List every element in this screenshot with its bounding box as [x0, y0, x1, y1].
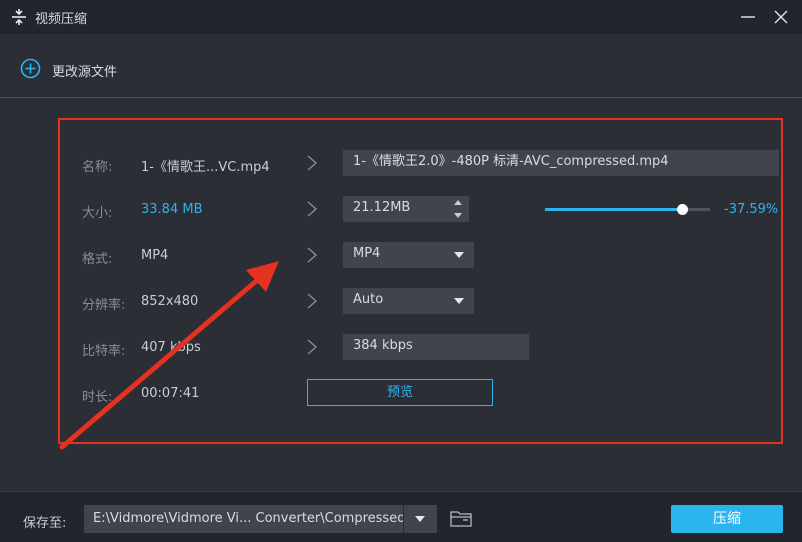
bitrate-label: 比特率:	[82, 344, 126, 359]
chevron-right-icon	[307, 293, 318, 309]
source-format: MP4	[141, 248, 169, 263]
minimize-icon[interactable]	[737, 6, 759, 28]
size-label: 大小:	[82, 206, 113, 221]
source-duration: 00:07:41	[141, 386, 200, 401]
output-path-dropdown[interactable]	[403, 505, 437, 533]
source-resolution: 852x480	[141, 294, 199, 309]
resolution-label: 分辨率:	[82, 298, 126, 313]
name-label: 名称:	[82, 160, 113, 175]
bitrate-field[interactable]: 384 kbps	[343, 334, 529, 360]
plus-circle-icon[interactable]	[20, 58, 41, 79]
resolution-dropdown-value: Auto	[353, 292, 384, 307]
footer-bar: 保存至: E:\Vidmore\Vidmore Vi... Converter\…	[0, 491, 802, 542]
chevron-right-icon	[307, 201, 318, 217]
dropdown-arrow-icon	[454, 298, 464, 304]
output-path-field[interactable]: E:\Vidmore\Vidmore Vi... Converter\Compr…	[84, 505, 403, 533]
size-slider-thumb[interactable]	[676, 204, 688, 215]
toolbar: 更改源文件	[0, 34, 802, 98]
size-reduction-percent: -37.59%	[724, 202, 779, 217]
output-name-value: 1-《情歌王2.0》-480P 标清-AVC_compressed.mp4	[353, 154, 669, 169]
chevron-right-icon	[307, 339, 318, 355]
close-icon[interactable]	[770, 6, 792, 28]
source-name: 1-《情歌王...VC.mp4	[141, 160, 270, 175]
format-dropdown-value: MP4	[353, 246, 381, 261]
title-bar: 视频压缩	[0, 0, 802, 34]
source-bitrate: 407 kbps	[141, 340, 201, 355]
save-to-label: 保存至:	[23, 516, 67, 531]
format-dropdown[interactable]: MP4	[343, 242, 474, 268]
resolution-dropdown[interactable]: Auto	[343, 288, 474, 314]
compress-button[interactable]: 压缩	[671, 505, 783, 533]
duration-label: 时长:	[82, 390, 113, 405]
target-size-value: 21.12MB	[353, 200, 411, 215]
spin-up-icon[interactable]	[454, 200, 462, 205]
size-slider-fill	[545, 208, 682, 211]
output-path-value: E:\Vidmore\Vidmore Vi... Converter\Compr…	[93, 511, 403, 526]
preview-button[interactable]: 预览	[307, 379, 493, 406]
format-label: 格式:	[82, 252, 113, 267]
chevron-right-icon	[307, 247, 318, 263]
bitrate-value: 384 kbps	[353, 338, 413, 353]
dropdown-arrow-icon	[454, 252, 464, 258]
source-size: 33.84 MB	[141, 202, 203, 217]
spin-down-icon[interactable]	[454, 213, 462, 218]
window-title: 视频压缩	[35, 12, 88, 27]
folder-icon[interactable]	[449, 509, 473, 529]
size-slider[interactable]	[545, 204, 710, 215]
chevron-right-icon	[307, 155, 318, 171]
change-source-button[interactable]: 更改源文件	[52, 61, 117, 80]
dropdown-arrow-icon	[415, 516, 425, 522]
compress-icon	[12, 9, 26, 25]
target-size-stepper[interactable]: 21.12MB	[343, 196, 469, 222]
output-name-field[interactable]: 1-《情歌王2.0》-480P 标清-AVC_compressed.mp4	[343, 150, 779, 176]
